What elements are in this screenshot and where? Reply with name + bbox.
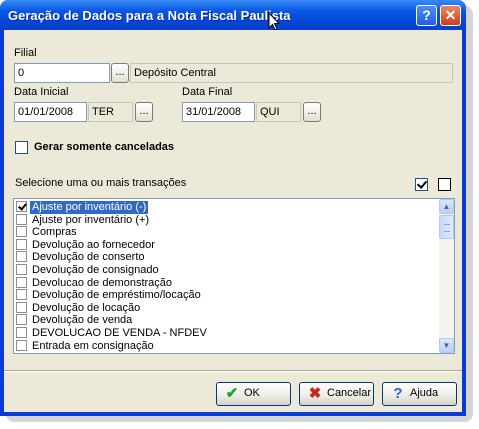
x-cancel-icon: ✖ [308,385,322,402]
list-item-checkbox[interactable] [16,314,27,326]
list-item-checkbox[interactable] [16,226,27,238]
list-item-label: Devolução de conserto [32,251,145,264]
scroll-up-arrow-icon[interactable]: ▲ [439,199,454,214]
transacoes-list[interactable]: Ajuste por inventário (-) Ajuste por inve… [13,198,455,354]
data-inicial-input[interactable]: 01/01/2008 [14,102,87,122]
question-mark-icon: ? [393,385,403,402]
window-title: Geração de Dados para a Nota Fiscal Paul… [8,8,291,23]
cancel-button-label: Cancelar [327,387,372,399]
list-item-label: DEVOLUCAO DE VENDA - NFDEV [32,327,207,339]
filial-label: Filial [14,47,37,59]
list-item-label: Devolução de venda [32,314,133,327]
list-item-label: Devolução de empréstimo/locação [32,289,201,302]
filial-lookup-button[interactable]: ... [111,63,129,83]
select-all-checkbox[interactable] [415,178,428,191]
gerar-canceladas-label: Gerar somente canceladas [34,141,175,153]
transacoes-label: Selecione uma ou mais transações [15,177,187,189]
list-item-checkbox[interactable] [16,276,27,288]
list-vertical-scrollbar[interactable]: ▲ ▼ [439,199,454,353]
data-inicial-lookup-button[interactable]: ... [135,102,153,122]
list-item-checkbox[interactable] [16,289,27,301]
checkmark-icon: ✔ [225,385,239,402]
gerar-canceladas-checkbox[interactable] [15,141,28,154]
list-item-label: Devolução de consignado [32,264,159,276]
list-item-label: Ajuste por inventário (-) [30,201,149,214]
list-item-label: Devolucao de demonstração [32,276,173,289]
data-inicial-label: Data Inicial [14,86,69,98]
dialog-window: Geração de Dados para a Nota Fiscal Paul… [0,0,466,416]
scroll-down-arrow-icon[interactable]: ▼ [439,338,454,353]
data-inicial-weekday: TER [88,102,133,122]
list-item-checkbox[interactable] [16,264,27,275]
title-bar[interactable]: Geração de Dados para a Nota Fiscal Paul… [0,0,466,30]
filial-input[interactable]: 0 [14,63,110,83]
dialog-client-area: Filial 0 ... Depósito Central Data Inici… [4,30,462,412]
help-title-button[interactable]: ? [416,5,437,26]
list-item-checkbox[interactable] [16,238,27,250]
data-final-label: Data Final [182,86,233,98]
select-none-checkbox[interactable] [438,178,451,191]
close-button[interactable]: ✕ [440,5,461,26]
data-final-input[interactable]: 31/01/2008 [182,102,255,122]
list-item-checkbox[interactable] [16,339,27,351]
mouse-cursor-icon [268,12,280,31]
help-button-label: Ajuda [410,387,439,399]
list-item-label: Compras [32,226,77,239]
list-item-checkbox[interactable] [16,327,27,338]
filial-description: Depósito Central [130,63,453,83]
help-button[interactable]: ? Ajuda [382,382,457,406]
separator-highlight [4,371,462,372]
list-item-label: Ajuste por inventário (+) [32,213,150,226]
data-final-weekday: QUI [256,102,301,122]
list-item-checkbox[interactable] [16,213,27,225]
list-item-checkbox[interactable] [16,251,27,263]
list-item-checkbox[interactable] [16,301,27,313]
list-item-label: Devolução de locação [32,301,141,314]
ok-button-label: OK [244,387,260,399]
cancel-button[interactable]: ✖ Cancelar [299,382,374,406]
list-item-label: Devolução ao fornecedor [32,238,155,251]
list-item-label: Entrada em consignação [32,339,154,352]
data-final-lookup-button[interactable]: ... [303,102,321,122]
ok-button[interactable]: ✔ OK [216,382,291,406]
list-item-checkbox[interactable] [16,201,27,212]
scroll-thumb[interactable] [439,215,454,239]
